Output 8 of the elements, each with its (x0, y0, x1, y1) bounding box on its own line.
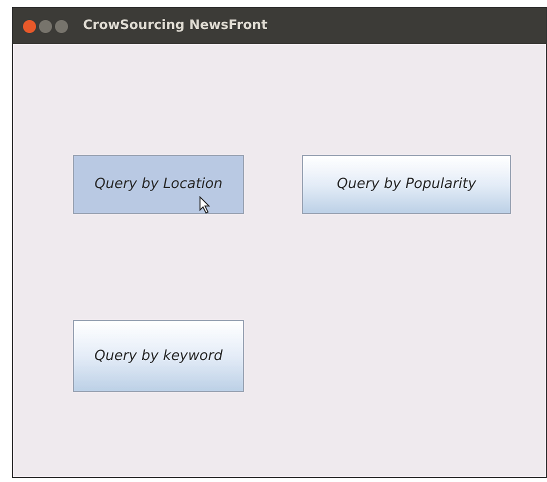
minimize-icon[interactable] (39, 20, 52, 32)
query-button[interactable]: Query by Popularity (302, 155, 511, 214)
query-button[interactable]: Query by keyword (73, 320, 244, 392)
close-icon[interactable] (23, 20, 36, 32)
maximize-icon[interactable] (55, 20, 68, 32)
window-title: CrowSourcing NewsFront (83, 17, 268, 36)
cursor-icon (199, 196, 211, 214)
query-button[interactable]: Query by Location (73, 155, 244, 214)
